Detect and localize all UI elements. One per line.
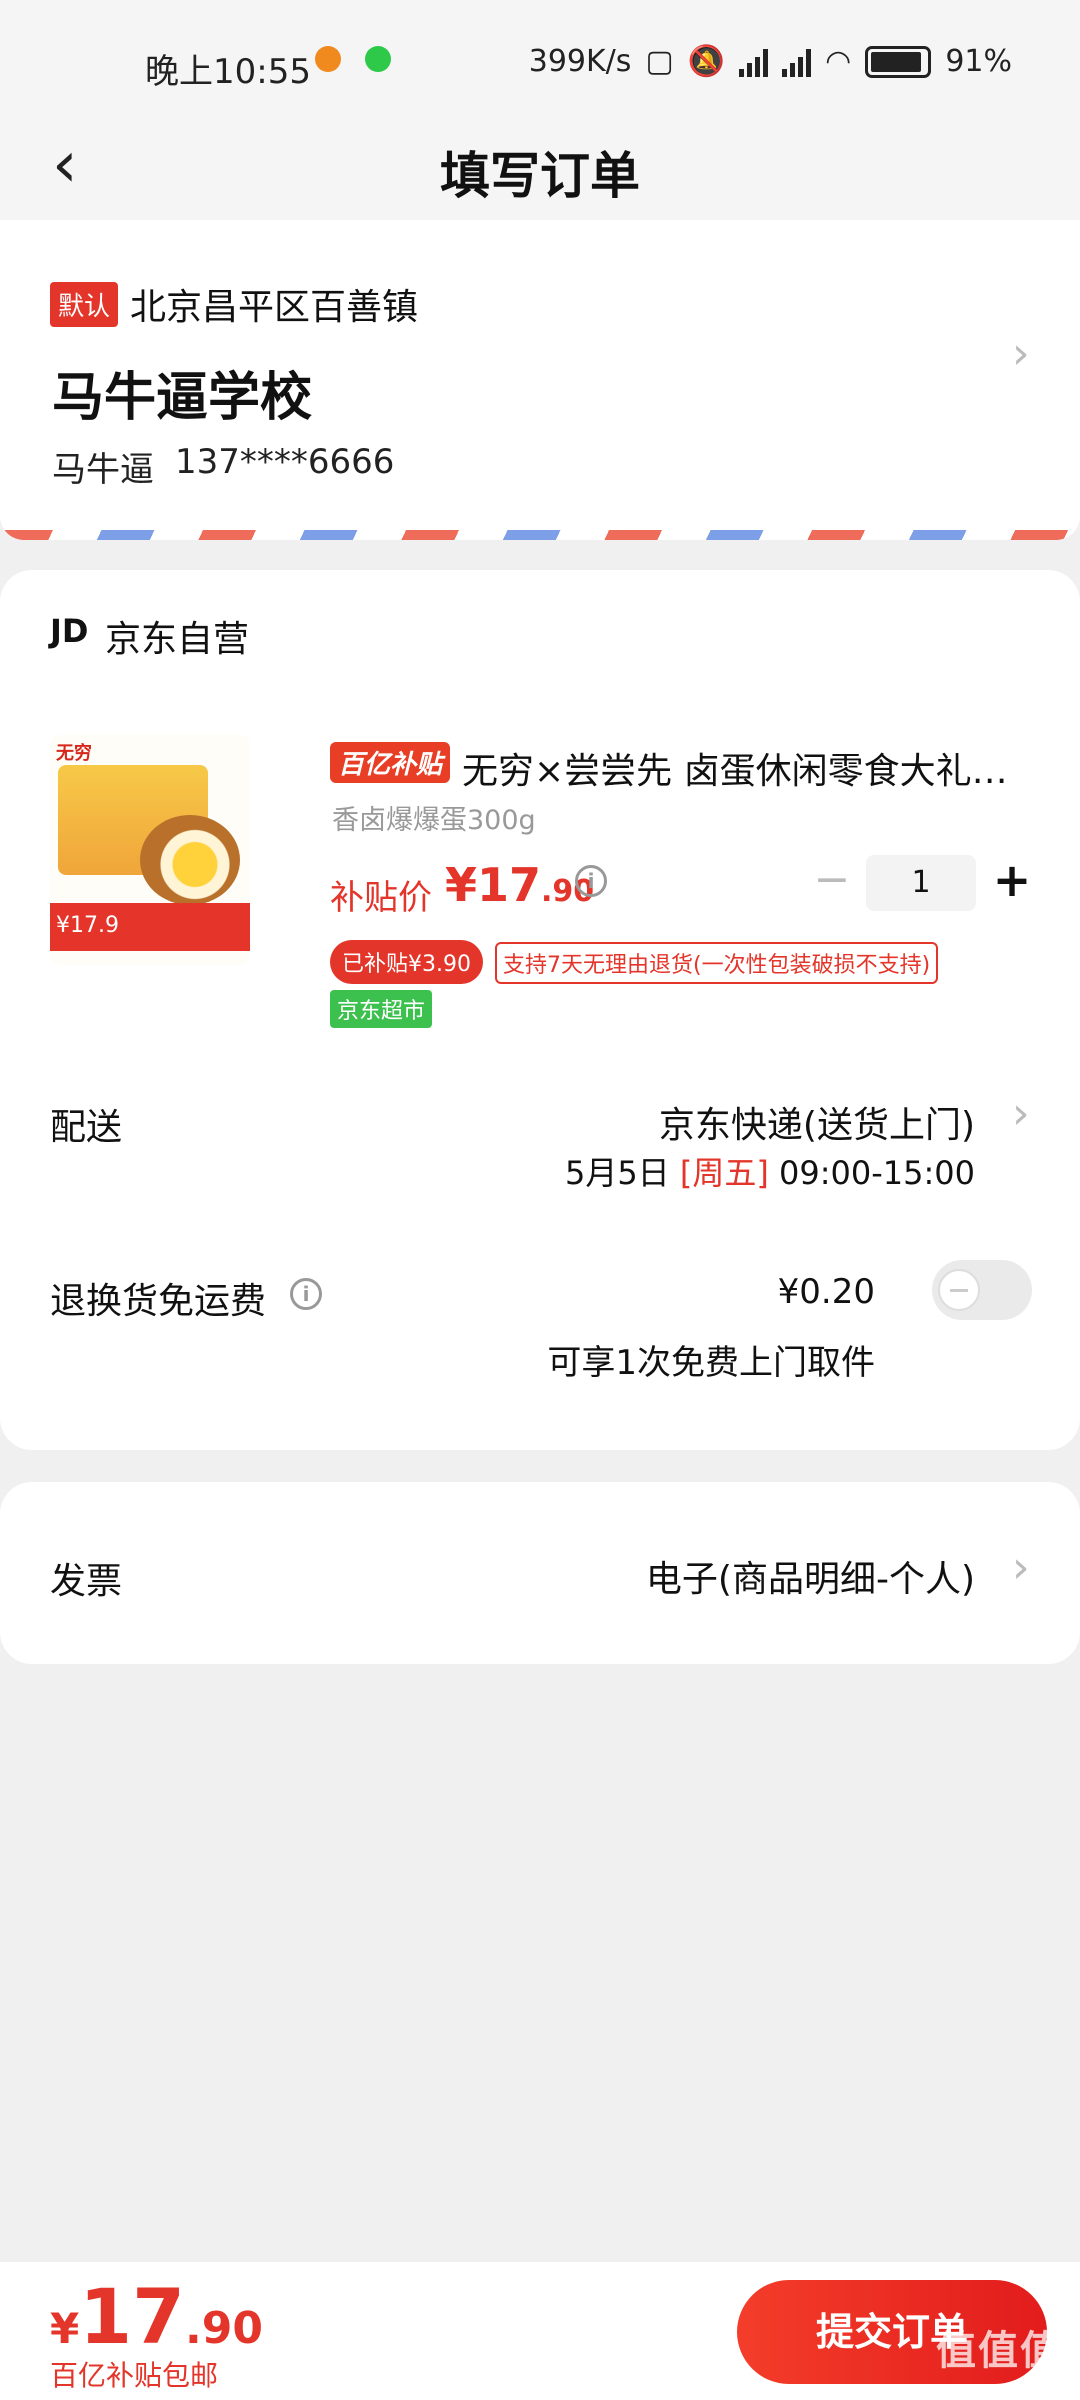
egg-graphic — [140, 815, 240, 905]
delivery-label: 配送 — [50, 1107, 123, 1148]
return-fee-value: ¥0.20 — [777, 1272, 875, 1312]
address-region: 北京昌平区百善镇 — [130, 287, 419, 328]
currency-symbol: ¥ — [50, 2304, 80, 2353]
delivery-time-range: 09:00-15:00 — [779, 1154, 975, 1192]
contact-name: 马牛逼 — [52, 450, 154, 490]
wifi-icon: ◠ — [825, 44, 852, 79]
product-image-brand: 无穷 — [56, 743, 92, 764]
mute-icon: 🔕 — [687, 44, 726, 79]
battery-icon — [865, 45, 932, 78]
signal-icon — [782, 47, 812, 77]
subsidy-logo: 百亿补贴 — [330, 742, 451, 783]
info-icon[interactable]: i — [575, 865, 607, 897]
address-card[interactable]: 默认 北京昌平区百善镇 马牛逼学校 马牛逼 137****6666 › — [0, 220, 1080, 540]
invoice-card[interactable]: 发票 电子(商品明细-个人) › — [0, 1482, 1080, 1664]
total-price: ¥17.90 — [50, 2272, 263, 2361]
chevron-right-icon: › — [1012, 1542, 1030, 1593]
toggle-knob — [938, 1269, 980, 1311]
checkout-bar: ¥17.90 百亿补贴包邮 提交订单 — [0, 2262, 1080, 2400]
chevron-right-icon[interactable]: › — [1012, 1092, 1030, 1136]
network-speed: 399K/s — [528, 44, 632, 79]
invoice-label: 发票 — [50, 1561, 123, 1602]
status-icons: 399K/s ▢ 🔕 ◠ 91% — [529, 44, 1012, 79]
return-fee-label: 退换货免运费 — [50, 1281, 267, 1322]
shipping-note: 百亿补贴包邮 — [50, 2359, 219, 2392]
delivery-weekday: [周五] — [679, 1154, 769, 1192]
delivery-date: 5月5日 — [564, 1154, 670, 1192]
product-spec: 香卤爆爆蛋300g — [332, 805, 536, 836]
total-integer: 17 — [79, 2272, 185, 2361]
app-notification-icon — [365, 46, 391, 72]
return-fee-toggle[interactable] — [932, 1260, 1032, 1320]
return-fee-note: 可享1次免费上门取件 — [547, 1343, 875, 1383]
invoice-value: 电子(商品明细-个人) — [645, 1559, 975, 1600]
delivery-method[interactable]: 京东快递(送货上门) — [659, 1096, 975, 1148]
price-label: 补贴价 — [330, 878, 432, 918]
shop-name: 京东自营 — [105, 619, 250, 660]
address-detail: 马牛逼学校 — [52, 368, 313, 428]
status-bar: 晚上10:55 399K/s ▢ 🔕 ◠ 91% — [0, 0, 1080, 100]
price-integer: ¥17 — [445, 858, 542, 912]
airmail-border — [0, 530, 1080, 540]
subsidy-amount-tag: 已补贴¥3.90 — [330, 940, 483, 984]
chevron-right-icon: › — [1012, 328, 1030, 379]
decrease-quantity-button[interactable]: − — [812, 858, 852, 902]
page-title: 填写订单 — [440, 147, 640, 205]
info-icon[interactable]: i — [290, 1278, 322, 1310]
jd-logo: JD — [50, 612, 89, 650]
jd-supermarket-tag: 京东超市 — [330, 990, 433, 1028]
nav-bar: ‹ 填写订单 — [0, 100, 1080, 230]
price-value: ¥17.90 — [445, 858, 594, 912]
product-image-price: ¥17.9 — [50, 903, 250, 951]
contact-phone: 137****6666 — [175, 442, 395, 482]
watermark: 值值值 — [936, 2328, 1062, 2374]
default-badge: 默认 — [50, 282, 119, 327]
signal-icon — [739, 47, 769, 77]
order-card: JD 京东自营 无穷 ¥17.9 百亿补贴 无穷×尝尝先 卤蛋休闲零食大礼… 香… — [0, 570, 1080, 1450]
return-policy-tag: 支持7天无理由退货(一次性包装破损不支持) — [495, 942, 939, 984]
delivery-time[interactable]: 5月5日 [周五] 09:00-15:00 — [565, 1148, 975, 1194]
total-decimal: .90 — [185, 2303, 263, 2354]
increase-quantity-button[interactable]: + — [990, 857, 1034, 904]
product-title[interactable]: 无穷×尝尝先 卤蛋休闲零食大礼… — [462, 742, 1022, 794]
nfc-icon: ▢ — [645, 44, 674, 79]
app-notification-icon — [315, 46, 341, 72]
quantity-field[interactable]: 1 — [866, 855, 976, 911]
status-time: 晚上10:55 — [145, 52, 311, 92]
battery-level: 91% — [945, 44, 1012, 79]
product-image[interactable]: 无穷 ¥17.9 — [50, 735, 250, 965]
